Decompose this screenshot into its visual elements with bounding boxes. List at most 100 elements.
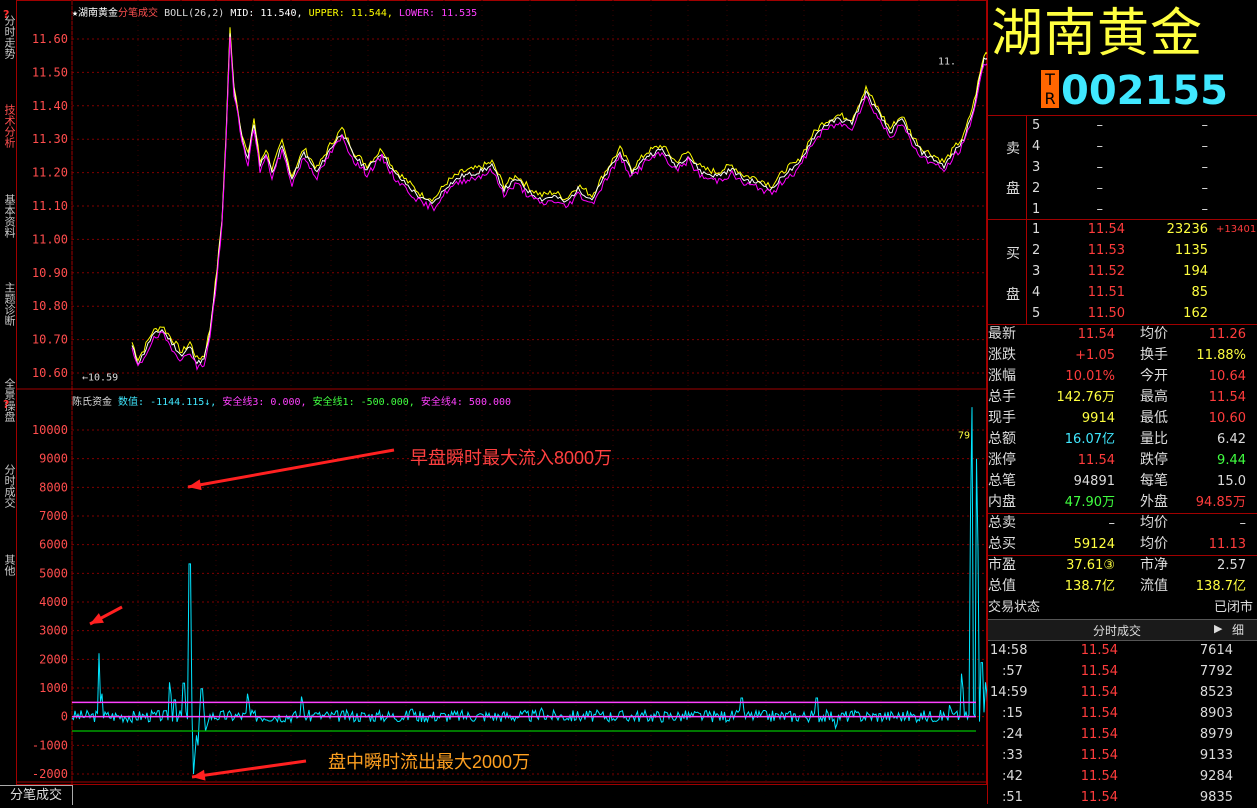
help-icon-lower[interactable]: ? — [3, 398, 13, 411]
stat-row: 总手 142.76万 最高 11.54 — [988, 387, 1253, 408]
boll-upper-line — [131, 27, 987, 362]
stat-label: 流值 — [1140, 578, 1168, 594]
stat-value: 11.88% — [1196, 348, 1246, 363]
detail-button[interactable]: 细 — [1232, 621, 1244, 638]
tab-intraday[interactable]: 分时走势 — [0, 12, 16, 62]
annotation-outflow: 盘中瞬时流出最大2000万 — [328, 752, 531, 772]
stat-value: – — [1108, 516, 1116, 531]
stat-value: 11.26 — [1208, 327, 1246, 342]
trade-price: 11.54 — [1080, 643, 1118, 658]
stat-label: 市净 — [1140, 557, 1168, 573]
flow-tick-label: 6000 — [39, 538, 68, 552]
tab-theme[interactable]: 主题诊断 — [0, 278, 16, 330]
order-volume: 194 — [1183, 264, 1208, 279]
bottom-tab-trades[interactable]: 分笔成交 — [0, 785, 73, 805]
order-price: – — [1096, 160, 1104, 175]
chart-area[interactable]: 11.60 11.50 11.40 11.30 11.20 11.10 11.00 10.90… — [16, 0, 987, 785]
stock-code: 002155 — [1061, 68, 1228, 114]
flow-tick-label: 8000 — [39, 480, 68, 494]
safe-line-4: 安全线4: 500.000 — [420, 397, 512, 408]
order-level: 4 — [1032, 139, 1041, 154]
stat-value: 11.54 — [1077, 327, 1115, 342]
trade-volume: 9133 — [1199, 748, 1233, 763]
stat-row: 内盘 47.90万 外盘 94.85万 — [988, 492, 1253, 513]
trades-tab-bar: 分时成交 ▶ 细 — [988, 619, 1257, 641]
trade-row: :15 11.54 8903 — [988, 703, 1253, 724]
stat-label: 量比 — [1140, 431, 1168, 447]
stat-value: 138.7亿 — [1064, 579, 1115, 594]
stat-row: 市盈 37.61③ 市净 2.57 — [988, 555, 1253, 576]
stat-value: 142.76万 — [1056, 390, 1116, 405]
order-row-sell: 1 – – — [988, 199, 1253, 220]
order-price: – — [1096, 118, 1104, 133]
stat-row: 现手 9914 最低 10.60 — [988, 408, 1253, 429]
stat-value: 6.42 — [1217, 432, 1246, 447]
price-tick-label: 11.20 — [32, 166, 68, 180]
trade-row: :57 11.54 7792 — [988, 661, 1253, 682]
order-level: 4 — [1032, 285, 1041, 300]
flow-tick-label: 1000 — [39, 681, 68, 695]
stat-label: 最新 — [988, 326, 1016, 342]
trade-time: :24 — [1002, 727, 1023, 742]
tab-other[interactable]: 其他 — [0, 550, 16, 580]
chart-header: ★湖南黄金分笔成交 BOLL(26,2) MID: 11.540, UPPER:… — [72, 4, 477, 19]
order-row-buy: 4 11.51 85 — [988, 282, 1253, 303]
peak-label: 79 — [958, 431, 970, 442]
high-price-marker: 11. — [938, 56, 956, 67]
price-tick-label: 11.30 — [32, 132, 68, 146]
order-price: – — [1096, 181, 1104, 196]
trade-time: :57 — [1002, 664, 1023, 679]
flow-tick-label: 7000 — [39, 509, 68, 523]
arrow-outflow — [191, 759, 307, 779]
play-icon[interactable]: ▶ — [1214, 622, 1222, 635]
stock-name: 湖南黄金 — [991, 4, 1204, 64]
trade-time: :33 — [1002, 748, 1023, 763]
flow-tick-label: 3000 — [39, 624, 68, 638]
trade-time: :15 — [1002, 706, 1023, 721]
stat-value: 94.85万 — [1195, 495, 1246, 510]
stat-label: 总手 — [988, 389, 1016, 405]
order-volume: – — [1201, 202, 1209, 217]
trade-price: 11.54 — [1080, 664, 1118, 679]
stat-label: 最高 — [1140, 389, 1168, 405]
order-change: +13401 — [1216, 224, 1257, 235]
trades-tab[interactable]: 分时成交 — [1093, 622, 1141, 639]
stat-value: 10.64 — [1208, 369, 1246, 384]
indicator-name: 陈氏资金 — [72, 397, 112, 408]
arrow-inflow-head — [188, 479, 202, 491]
price-tick-label: 10.90 — [32, 266, 68, 280]
stat-value: 59124 — [1073, 537, 1115, 552]
stat-row: 最新 11.54 均价 11.26 — [988, 324, 1253, 345]
price-tick-label: 10.70 — [32, 333, 68, 347]
order-price: – — [1096, 202, 1104, 217]
order-level: 1 — [1032, 202, 1041, 217]
stat-value: 11.13 — [1208, 537, 1246, 552]
trade-volume: 8979 — [1199, 727, 1233, 742]
order-row-buy: 3 11.52 194 — [988, 261, 1253, 282]
price-tick-label: 10.60 — [32, 366, 68, 380]
low-price-marker: ←10.59 — [82, 372, 118, 383]
order-row-buy: 1 11.54 23236 +13401 — [988, 219, 1257, 240]
stat-label: 换手 — [1140, 347, 1168, 363]
order-price: 11.52 — [1087, 264, 1125, 279]
order-row-sell: 5 – – — [988, 115, 1253, 136]
flow-tick-label: 5000 — [39, 566, 68, 580]
order-volume: – — [1201, 139, 1209, 154]
tab-technical[interactable]: 技术分析 — [0, 100, 16, 152]
stat-value: 9914 — [1081, 411, 1115, 426]
order-level: 3 — [1032, 160, 1041, 175]
trade-time: 14:59 — [990, 685, 1028, 700]
stat-label: 总买 — [988, 536, 1016, 552]
flow-tick-label: 4000 — [39, 595, 68, 609]
stat-value: 15.0 — [1217, 474, 1246, 489]
order-level: 5 — [1032, 306, 1041, 321]
trade-time: 14:58 — [990, 643, 1028, 658]
trade-row: :51 11.54 9835 — [988, 787, 1253, 808]
price-tick-label: 11.00 — [32, 232, 68, 246]
stat-value: 37.61③ — [1066, 558, 1115, 573]
trade-volume: 7614 — [1199, 643, 1233, 658]
stat-label: 今开 — [1140, 368, 1168, 384]
tab-trades[interactable]: 分时成交 — [0, 460, 16, 512]
tab-basic-info[interactable]: 基本资料 — [0, 190, 16, 242]
stat-row: 涨幅 10.01% 今开 10.64 — [988, 366, 1253, 387]
